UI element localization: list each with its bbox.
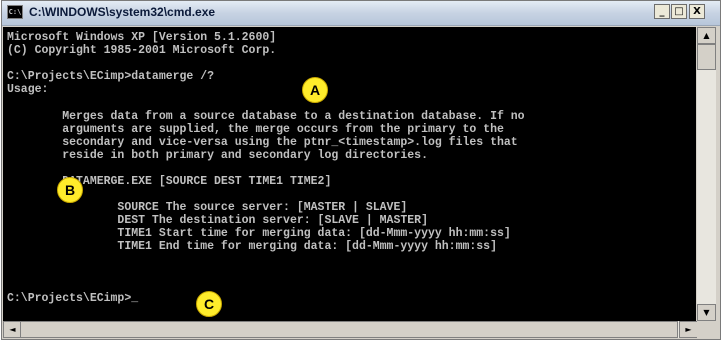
marker-c: C	[196, 291, 222, 317]
marker-b: B	[57, 177, 83, 203]
console-line: Merges data from a source database to a …	[7, 110, 525, 123]
console-line: secondary and vice-versa using the ptnr_…	[7, 136, 518, 149]
title-bar[interactable]: C:\ C:\WINDOWS\system32\cmd.exe _ □ X	[2, 1, 720, 26]
console-line: arguments are supplied, the merge occurs…	[7, 123, 504, 136]
console-line: reside in both primary and secondary log…	[7, 149, 428, 162]
console-line: Microsoft Windows XP [Version 5.1.2600]	[7, 31, 277, 44]
scrollbar-corner	[697, 321, 716, 338]
window-title: C:\WINDOWS\system32\cmd.exe	[29, 5, 216, 19]
vertical-scrollbar[interactable]: ▲ ▼	[697, 27, 716, 321]
minimize-button[interactable]: _	[654, 4, 670, 19]
horizontal-scroll-thumb[interactable]	[20, 321, 678, 338]
console-line: DEST The destination server: [SLAVE | MA…	[7, 214, 428, 227]
console-line: SOURCE The source server: [MASTER | SLAV…	[7, 201, 408, 214]
scroll-right-arrow-icon[interactable]: ►	[679, 321, 698, 338]
maximize-button[interactable]: □	[671, 4, 687, 19]
console-line: TIME1 End time for merging data: [dd-Mmm…	[7, 240, 497, 253]
console-line: C:\Projects\ECimp>datamerge /?	[7, 70, 215, 83]
console-app-icon[interactable]: C:\	[7, 5, 23, 19]
close-button[interactable]: X	[689, 4, 705, 19]
horizontal-scrollbar[interactable]: ◄ ►	[3, 321, 698, 338]
scroll-up-arrow-icon[interactable]: ▲	[697, 27, 716, 44]
vertical-scroll-thumb[interactable]	[697, 44, 716, 70]
prompt-line[interactable]: C:\Projects\ECimp>_	[7, 292, 138, 305]
scroll-down-arrow-icon[interactable]: ▼	[697, 304, 716, 321]
console-line: TIME1 Start time for merging data: [dd-M…	[7, 227, 511, 240]
console-output[interactable]: Microsoft Windows XP [Version 5.1.2600] …	[3, 27, 696, 321]
marker-a: A	[302, 77, 328, 103]
console-line: DATAMERGE.EXE [SOURCE DEST TIME1 TIME2]	[7, 175, 332, 188]
console-line: (C) Copyright 1985-2001 Microsoft Corp.	[7, 44, 277, 57]
console-line: Usage:	[7, 83, 49, 96]
